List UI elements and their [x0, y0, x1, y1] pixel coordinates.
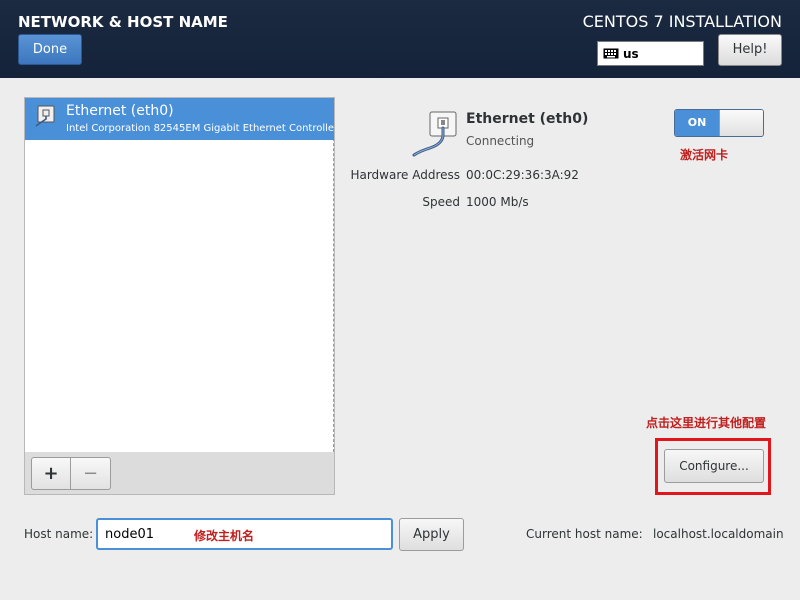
- keyboard-layout-indicator[interactable]: us: [597, 41, 704, 66]
- top-header: NETWORK & HOST NAME CENTOS 7 INSTALLATIO…: [0, 0, 800, 78]
- switch-on-label: ON: [675, 110, 719, 136]
- ethernet-icon: [35, 105, 55, 127]
- apply-button[interactable]: Apply: [399, 518, 464, 551]
- device-name: Ethernet (eth0): [66, 103, 174, 119]
- configure-button[interactable]: Configure...: [664, 449, 764, 483]
- current-host-name-value: localhost.localdomain: [653, 527, 784, 541]
- list-item-eth0[interactable]: Ethernet (eth0) Intel Corporation 82545E…: [25, 98, 334, 140]
- switch-knob[interactable]: [719, 110, 763, 136]
- ethernet-large-icon: [412, 111, 457, 157]
- hardware-address-label: Hardware Address: [350, 168, 460, 182]
- annotation-activate-nic: 激活网卡: [680, 148, 729, 162]
- device-status: Connecting: [466, 134, 535, 148]
- annotation-modify-hostname: 修改主机名: [194, 529, 255, 543]
- device-on-off-switch[interactable]: ON: [674, 109, 764, 137]
- device-list-toolbar: + −: [24, 452, 335, 495]
- help-button[interactable]: Help!: [718, 34, 782, 66]
- device-detail-name: Ethernet (eth0): [466, 111, 589, 127]
- done-button[interactable]: Done: [18, 34, 82, 65]
- device-description: Intel Corporation 82545EM Gigabit Ethern…: [66, 123, 334, 134]
- current-host-name-label: Current host name:: [526, 527, 643, 541]
- list-scroll-edge: [333, 98, 334, 452]
- remove-device-button[interactable]: −: [71, 457, 111, 490]
- annotation-click-configure: 点击这里进行其他配置: [646, 416, 767, 430]
- speed-value: 1000 Mb/s: [466, 195, 529, 209]
- page-title: NETWORK & HOST NAME: [18, 13, 228, 31]
- keyboard-icon: [603, 48, 619, 59]
- installer-title: CENTOS 7 INSTALLATION: [582, 12, 782, 31]
- keyboard-layout-label: us: [623, 46, 639, 61]
- speed-label: Speed: [422, 195, 460, 209]
- network-device-list: Ethernet (eth0) Intel Corporation 82545E…: [24, 97, 335, 453]
- hardware-address-value: 00:0C:29:36:3A:92: [466, 168, 579, 182]
- add-device-button[interactable]: +: [31, 457, 71, 490]
- host-name-label: Host name:: [24, 527, 94, 541]
